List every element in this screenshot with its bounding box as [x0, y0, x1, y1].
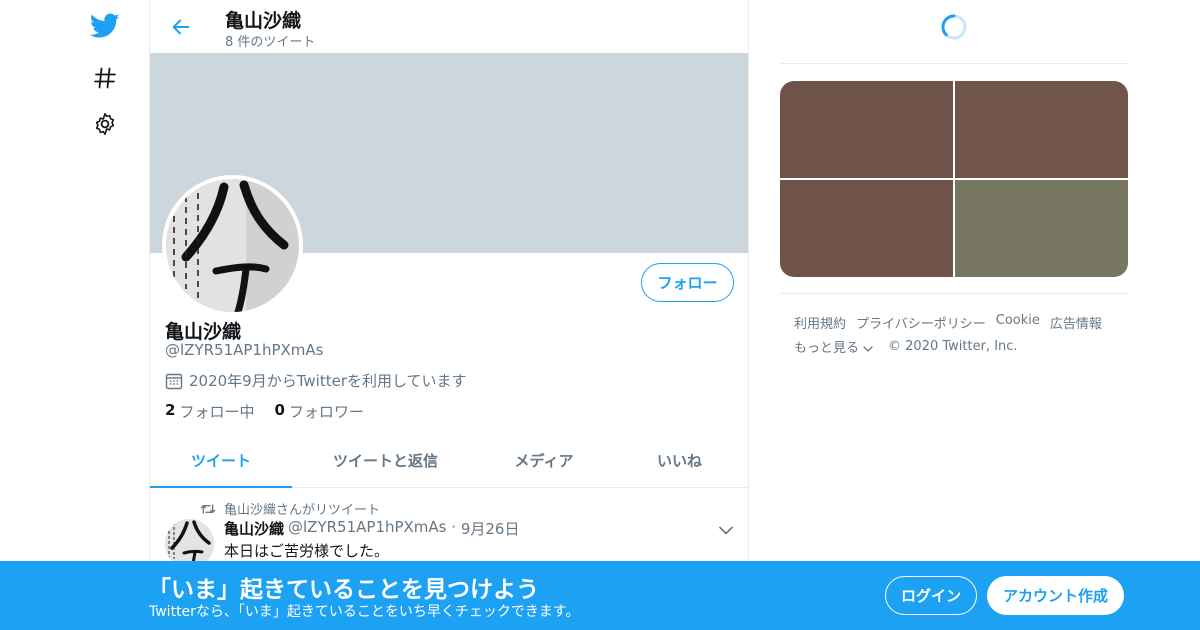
footer-links: 利用規約 プライバシーポリシー Cookie 広告情報 [794, 313, 1112, 332]
retweet-text: 亀山沙織さんがリツイート [224, 503, 381, 518]
followers-stat[interactable]: 0 フォロワー [274, 401, 363, 422]
more-menu[interactable]: もっと見る [794, 337, 874, 356]
tweet-author-name[interactable]: 亀山沙織 [224, 518, 284, 539]
back-arrow-icon [172, 19, 190, 35]
tweet-count: 8 件のツイート [225, 35, 316, 50]
banner-title: 「いま」起きていることを見つけよう [148, 577, 539, 603]
footer-secondary: もっと見る © 2020 Twitter, Inc. [794, 337, 1018, 356]
chevron-down-icon [719, 526, 733, 534]
profile-header: 亀山沙織 8 件のツイート [150, 0, 748, 53]
tweet-author-handle: @lZYR51AP1hPXmAs [288, 518, 447, 536]
profile-tabs: ツイート ツイートと返信 メディア いいね [150, 434, 748, 488]
header-name: 亀山沙織 [225, 10, 302, 32]
follow-button[interactable]: フォロー [641, 263, 734, 302]
divider [780, 63, 1128, 64]
ads-info-link[interactable]: 広告情報 [1050, 313, 1102, 332]
retweet-icon [200, 503, 216, 514]
following-label: フォロー中 [179, 403, 255, 421]
tab-likes[interactable]: いいね [609, 434, 748, 487]
gear-icon[interactable] [90, 109, 120, 139]
more-label: もっと見る [794, 341, 860, 356]
main-column: 亀山沙織 8 件のツイート フォロー 亀山沙織 @lZYR51AP1hPXmAs… [149, 0, 749, 630]
chevron-down-icon [863, 345, 873, 352]
tab-tweets[interactable]: ツイート [150, 434, 292, 488]
media-thumbnail[interactable] [780, 180, 953, 277]
joined-date: 2020年9月からTwitterを利用しています [165, 370, 467, 391]
joined-text: 2020年9月からTwitterを利用しています [189, 372, 467, 390]
profile-handle: @lZYR51AP1hPXmAs [165, 341, 324, 359]
tweet-header: 亀山沙織 @lZYR51AP1hPXmAs · 9月26日 [224, 518, 519, 539]
privacy-link[interactable]: プライバシーポリシー [856, 313, 986, 332]
tweet-menu-button[interactable] [716, 520, 736, 540]
retweet-indicator: 亀山沙織さんがリツイート [200, 499, 380, 518]
hashtag-icon[interactable] [90, 63, 120, 93]
tweet-separator: · [446, 518, 461, 536]
copyright: © 2020 Twitter, Inc. [888, 339, 1018, 354]
following-stat[interactable]: 2 フォロー中 [165, 401, 254, 422]
tweet-date[interactable]: 9月26日 [461, 518, 520, 539]
profile-avatar[interactable] [162, 175, 303, 316]
banner-subtitle: Twitterなら、「いま」起きていることをいち早くチェックできます。 [149, 604, 580, 620]
cookie-link[interactable]: Cookie [996, 313, 1040, 332]
divider [780, 293, 1128, 294]
signup-banner: 「いま」起きていることを見つけよう Twitterなら、「いま」起きていることを… [0, 561, 1200, 630]
followers-label: フォロワー [288, 403, 364, 421]
followers-count: 0 [274, 401, 285, 419]
profile-name: 亀山沙織 [165, 321, 242, 343]
back-button[interactable] [166, 12, 196, 42]
media-thumbnail[interactable] [955, 180, 1128, 277]
media-thumbnail[interactable] [780, 81, 953, 178]
login-button[interactable]: ログイン [885, 576, 977, 615]
twitter-bird-icon[interactable] [90, 11, 120, 41]
terms-link[interactable]: 利用規約 [794, 313, 846, 332]
tab-media[interactable]: メディア [479, 434, 609, 487]
calligraphy-image [166, 179, 299, 312]
media-grid [780, 81, 1128, 277]
signup-button[interactable]: アカウント作成 [987, 576, 1124, 615]
tweet-text: 本日はご苦労様でした。 [224, 542, 390, 560]
media-thumbnail[interactable] [955, 81, 1128, 178]
following-count: 2 [165, 401, 176, 419]
tab-tweets-and-replies[interactable]: ツイートと返信 [292, 434, 479, 487]
loading-spinner-icon [941, 14, 967, 40]
follow-stats: 2 フォロー中 0 フォロワー [165, 401, 384, 422]
calendar-icon [165, 373, 183, 389]
